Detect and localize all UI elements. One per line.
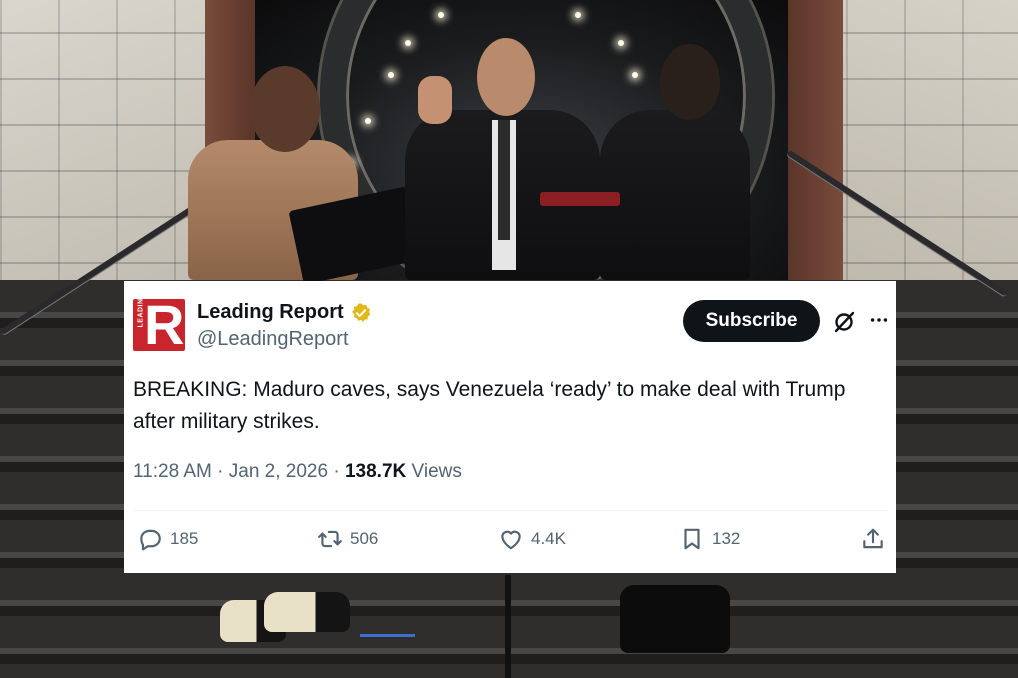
bookmark-button[interactable]: 132 [679, 526, 740, 552]
views-count: 138.7K [344, 461, 407, 482]
ceiling-light [438, 12, 444, 18]
reply-button[interactable]: 185 [137, 526, 198, 552]
like-icon [501, 530, 521, 550]
logo-letter: R [144, 299, 185, 351]
person-left-head [250, 66, 320, 152]
ceiling-light [388, 72, 394, 78]
grok-icon[interactable] [832, 310, 856, 334]
meta-separator: · [333, 461, 340, 482]
meta-separator: · [217, 461, 224, 482]
author-name[interactable]: Leading Report [197, 301, 344, 324]
step-marking [360, 634, 415, 637]
views-label: Views [411, 461, 462, 482]
author-handle[interactable]: @LeadingReport [197, 328, 349, 351]
bookmark-count: 132 [712, 529, 741, 548]
repost-icon [318, 530, 342, 548]
tweet-text: BREAKING: Maduro caves, says Venezuela ‘… [133, 378, 846, 433]
more-icon[interactable] [867, 309, 891, 331]
share-button[interactable] [860, 526, 886, 552]
repost-count: 506 [350, 529, 379, 548]
logo-small-text: LEADING [137, 299, 145, 328]
shoe [264, 592, 350, 632]
like-count: 4.4K [531, 529, 566, 548]
ceiling-light [405, 40, 411, 46]
tie [498, 120, 510, 240]
repost-button[interactable]: 506 [317, 526, 378, 552]
verified-badge-icon [352, 303, 371, 323]
brick-pillar-right [788, 0, 843, 290]
bookmark-icon [684, 528, 700, 550]
tweet-card[interactable]: R LEADING Leading Report @LeadingReport … [124, 281, 896, 573]
tweet-time[interactable]: 11:28 AM [133, 461, 212, 482]
ceiling-light [618, 40, 624, 46]
person-right-coat [600, 110, 750, 280]
subscribe-button[interactable]: Subscribe [683, 300, 820, 342]
ceiling-light [632, 72, 638, 78]
person-right-head [660, 44, 720, 120]
like-button[interactable]: 4.4K [498, 526, 566, 552]
ceiling-light [365, 118, 371, 124]
boots [620, 585, 730, 653]
book [540, 192, 620, 206]
reply-icon [140, 529, 161, 551]
person-center-head [477, 38, 535, 116]
tweet-metadata: 11:28 AM · Jan 2, 2026 · 138.7K Views [133, 461, 462, 483]
tweet-date[interactable]: Jan 2, 2026 [229, 461, 328, 482]
ceiling-light [575, 12, 581, 18]
leading-report-logo[interactable]: R LEADING [133, 299, 185, 351]
mic-stand [505, 575, 511, 678]
divider [133, 510, 887, 511]
reply-count: 185 [170, 529, 199, 548]
share-icon [863, 528, 883, 549]
raised-hand [418, 76, 452, 124]
